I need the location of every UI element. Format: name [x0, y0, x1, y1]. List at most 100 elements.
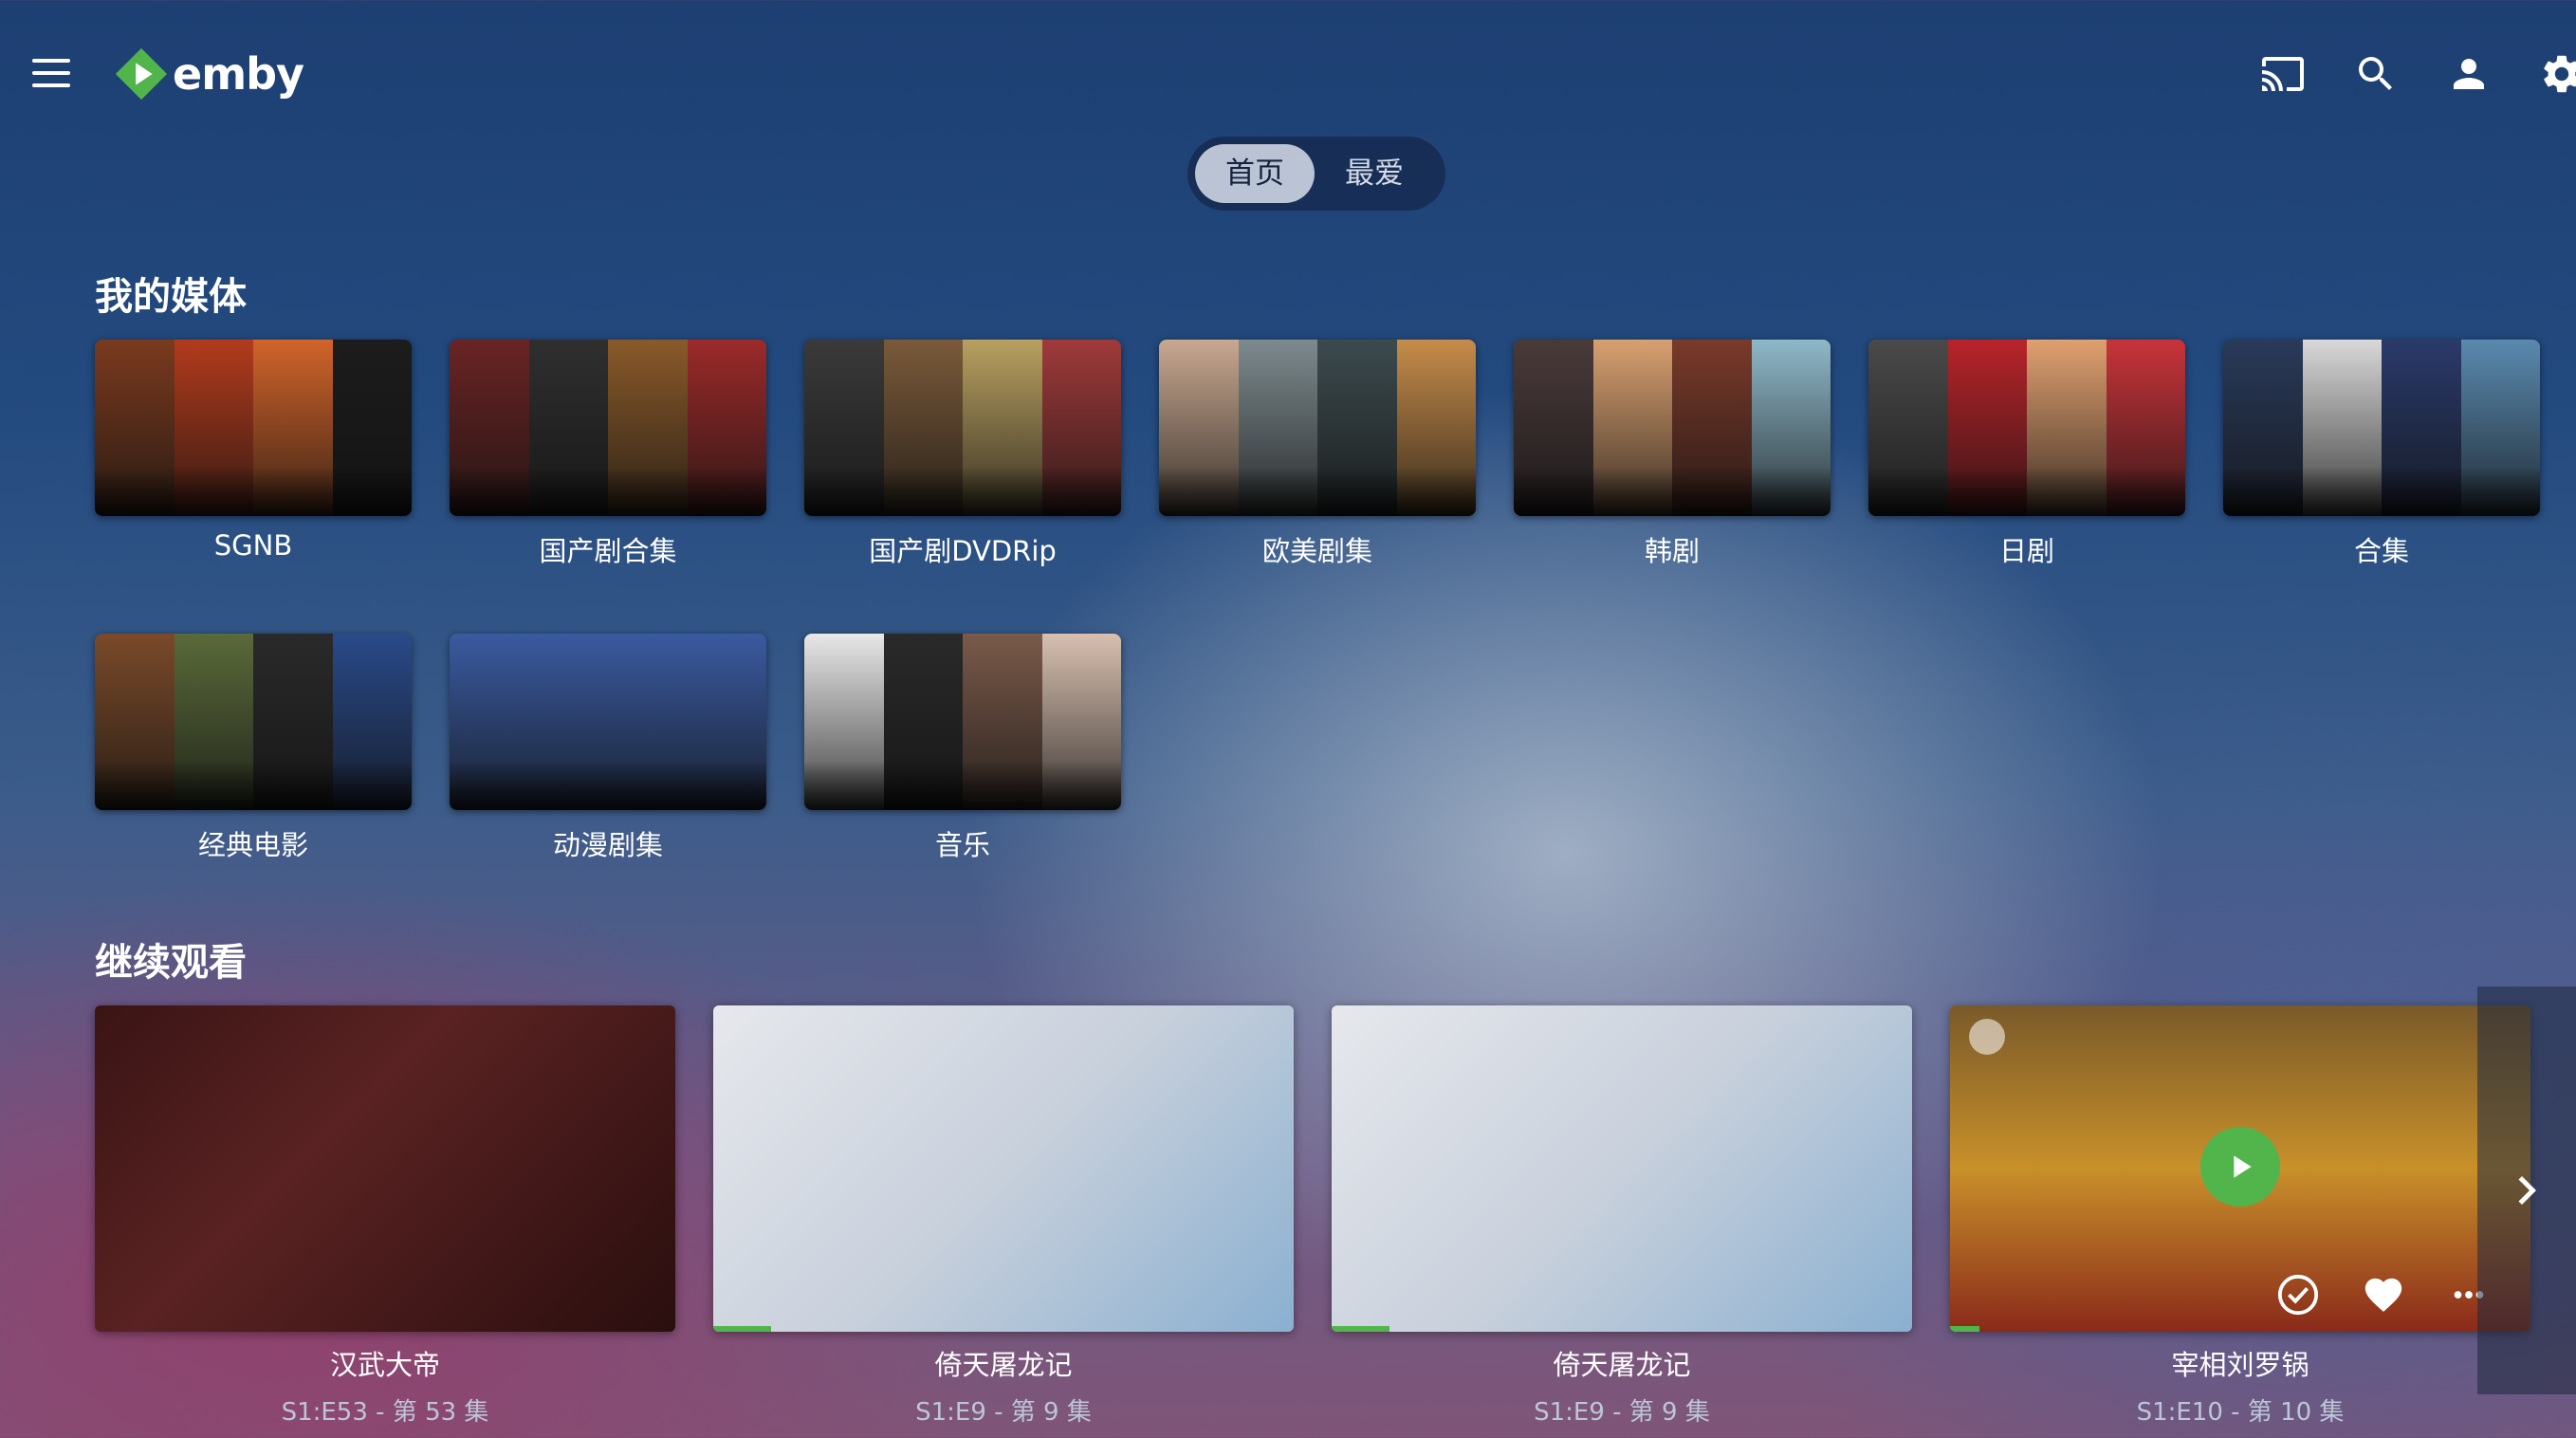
poster-image	[95, 340, 175, 516]
library-thumbnail	[804, 634, 1121, 810]
poster-image	[2302, 340, 2382, 516]
library-tile[interactable]: 韩剧	[1514, 340, 1831, 569]
library-tile[interactable]: 合集	[2223, 340, 2540, 569]
continue-card-1[interactable]: 汉武大帝 S1:E53 - 第 53 集	[95, 1005, 675, 1428]
poster-image	[883, 634, 963, 810]
poster-image	[332, 634, 412, 810]
library-tile[interactable]: SGNB	[95, 340, 412, 562]
library-thumbnail	[450, 340, 766, 516]
poster-image	[963, 340, 1042, 516]
library-thumbnail	[804, 340, 1121, 516]
library-label: 音乐	[934, 829, 990, 861]
library-tile[interactable]: 动漫剧集	[450, 634, 766, 863]
mark-played-icon[interactable]	[2274, 1271, 2322, 1318]
poster-image	[963, 634, 1042, 810]
library-tile[interactable]: 国产剧合集	[450, 340, 766, 569]
poster-image	[883, 340, 963, 516]
poster-image	[253, 340, 333, 516]
poster-image	[2460, 340, 2540, 516]
watch-progress	[713, 1326, 772, 1332]
poster-image	[1238, 340, 1317, 516]
menu-icon[interactable]	[32, 59, 70, 89]
library-label: SGNB	[213, 529, 293, 562]
watch-progress	[1332, 1326, 1390, 1332]
poster-image	[174, 634, 253, 810]
card-subtitle: S1:E9 - 第 9 集	[915, 1398, 1092, 1427]
card-thumbnail	[1332, 1005, 1912, 1332]
poster-image	[1592, 340, 1672, 516]
card-title: 汉武大帝	[329, 1349, 440, 1381]
scroll-right-button[interactable]	[2477, 986, 2576, 1394]
library-label: 合集	[2353, 535, 2409, 567]
poster-image	[1317, 340, 1397, 516]
library-label: 欧美剧集	[1261, 535, 1372, 567]
search-icon[interactable]	[2350, 48, 2401, 100]
library-thumbnail	[95, 634, 412, 810]
library-thumbnail	[1159, 340, 1476, 516]
poster-image	[2223, 340, 2303, 516]
header-actions	[2257, 46, 2576, 102]
select-checkbox[interactable]	[1969, 1019, 2005, 1055]
library-label: 经典电影	[197, 829, 308, 861]
card-title: 宰相刘罗锅	[2171, 1349, 2309, 1381]
library-label: 日剧	[1998, 535, 2054, 567]
library-thumbnail	[450, 634, 766, 810]
user-icon[interactable]	[2443, 48, 2494, 100]
watch-progress	[1950, 1326, 1979, 1332]
card-title: 倚天屠龙记	[934, 1349, 1073, 1381]
settings-icon[interactable]	[2536, 48, 2576, 100]
library-tile[interactable]: 经典电影	[95, 634, 412, 863]
poster-image	[687, 634, 766, 810]
library-thumbnail	[1514, 340, 1831, 516]
poster-image	[95, 634, 175, 810]
poster-image	[174, 340, 253, 516]
cast-icon[interactable]	[2257, 48, 2309, 100]
continue-card-3[interactable]: 倚天屠龙记 S1:E9 - 第 9 集	[1332, 1005, 1912, 1428]
poster-image	[1041, 634, 1121, 810]
continue-card-4[interactable]: 宰相刘罗锅 S1:E10 - 第 10 集	[1950, 1005, 2530, 1428]
poster-image	[253, 634, 333, 810]
card-thumbnail	[1950, 1005, 2530, 1332]
poster-image	[528, 340, 608, 516]
library-label: 韩剧	[1644, 535, 1700, 567]
library-thumbnail	[1868, 340, 2185, 516]
library-thumbnail	[2223, 340, 2540, 516]
poster-image	[450, 340, 529, 516]
poster-image	[1868, 340, 1948, 516]
card-subtitle: S1:E10 - 第 10 集	[2136, 1398, 2345, 1427]
app-name: emby	[173, 48, 304, 100]
library-label: 国产剧合集	[539, 535, 677, 567]
chevron-right-icon	[2518, 1176, 2536, 1205]
poster-image	[687, 340, 766, 516]
poster-image	[804, 340, 884, 516]
poster-image	[1751, 340, 1831, 516]
play-icon	[2234, 1155, 2252, 1178]
poster-image	[528, 634, 608, 810]
emby-logo-icon	[115, 47, 168, 101]
library-tile[interactable]: 国产剧DVDRip	[804, 340, 1121, 569]
emby-logo[interactable]: emby	[114, 46, 304, 102]
card-subtitle: S1:E53 - 第 53 集	[281, 1398, 489, 1427]
poster-image	[608, 634, 688, 810]
poster-image	[332, 340, 412, 516]
library-tile[interactable]: 音乐	[804, 634, 1121, 863]
play-button[interactable]	[2200, 1127, 2280, 1207]
poster-image	[450, 634, 529, 810]
card-thumbnail	[713, 1005, 1294, 1332]
library-label: 国产剧DVDRip	[869, 535, 1057, 567]
card-thumbnail	[95, 1005, 675, 1332]
continue-card-2[interactable]: 倚天屠龙记 S1:E9 - 第 9 集	[713, 1005, 1294, 1428]
favorite-heart-icon[interactable]	[2360, 1271, 2407, 1318]
continue-watching-title: 继续观看	[95, 941, 247, 985]
tab-home[interactable]: 首页	[1195, 144, 1315, 203]
tab-favorites[interactable]: 最爱	[1315, 144, 1434, 203]
poster-image	[1514, 340, 1593, 516]
poster-image	[1947, 340, 2027, 516]
poster-image	[1396, 340, 1476, 516]
poster-image	[2027, 340, 2107, 516]
library-tile[interactable]: 欧美剧集	[1159, 340, 1476, 569]
poster-image	[2106, 340, 2185, 516]
poster-image	[804, 634, 884, 810]
library-tile[interactable]: 日剧	[1868, 340, 2185, 569]
poster-image	[2382, 340, 2461, 516]
